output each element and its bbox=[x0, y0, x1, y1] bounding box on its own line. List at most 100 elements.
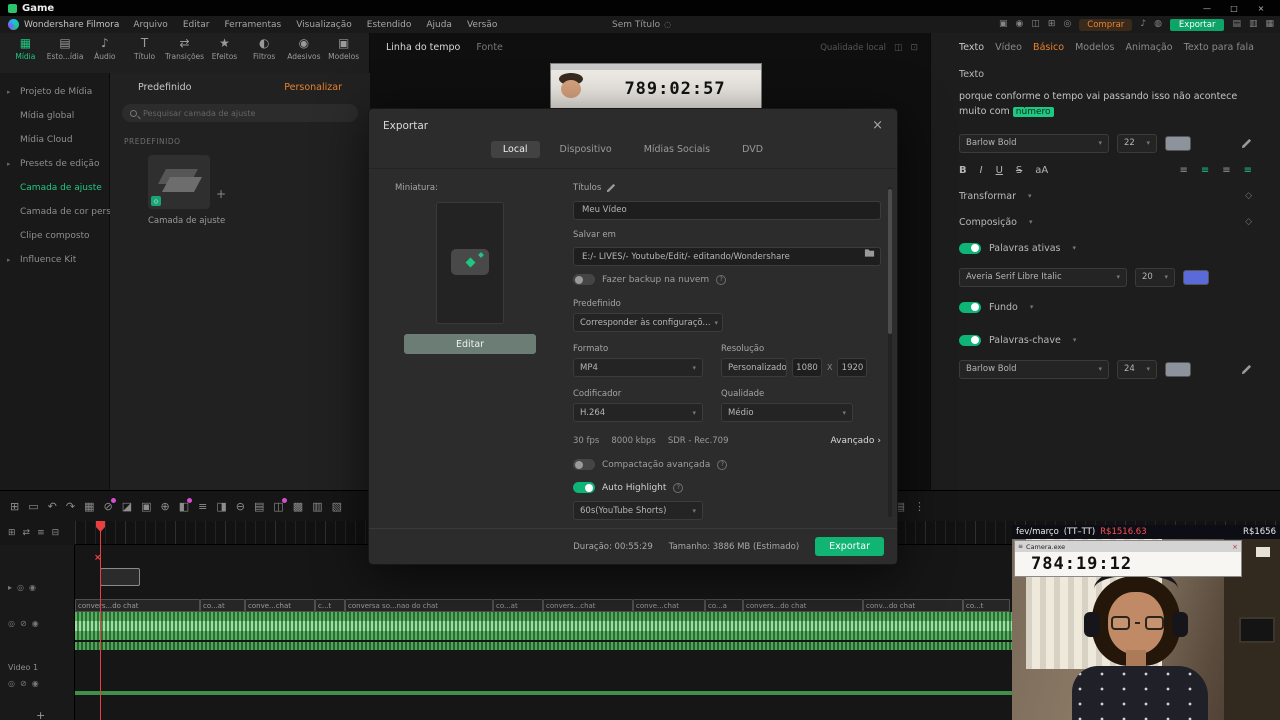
tab-basico[interactable]: Básico bbox=[1033, 42, 1064, 53]
account-icon[interactable]: ◍ bbox=[1154, 20, 1162, 29]
tab-midia[interactable]: ▦ Mídia bbox=[6, 37, 45, 73]
advanced-link[interactable]: Avançado › bbox=[831, 436, 881, 446]
bell-icon[interactable]: ◎ bbox=[1063, 20, 1071, 29]
sidebar-item-presets-de-edicao[interactable]: ▸ Presets de edição bbox=[0, 152, 109, 176]
render-icon[interactable]: ▧ bbox=[332, 501, 342, 512]
subtitle-clip[interactable]: convers...chat bbox=[543, 599, 633, 612]
save-path-input[interactable] bbox=[573, 247, 881, 266]
resolution-select[interactable]: Personalizado▾ bbox=[721, 358, 787, 377]
playback-quality[interactable]: Qualidade local bbox=[820, 43, 886, 53]
active-words-size-select[interactable]: 20 ▾ bbox=[1135, 267, 1175, 287]
menu-ferramentas[interactable]: Ferramentas bbox=[224, 20, 281, 30]
close-button[interactable]: × bbox=[1250, 4, 1272, 13]
info-icon[interactable]: ? bbox=[716, 274, 727, 285]
italic-button[interactable]: I bbox=[980, 165, 983, 176]
eye-icon[interactable]: ◉ bbox=[32, 619, 39, 628]
mixer-icon[interactable]: ▩ bbox=[293, 501, 303, 512]
undo-icon[interactable]: ↶ bbox=[48, 501, 57, 512]
tab-fonte[interactable]: Fonte bbox=[476, 42, 503, 53]
quality-select[interactable]: Médio ▾ bbox=[721, 403, 853, 422]
buy-button[interactable]: Comprar bbox=[1079, 18, 1133, 31]
edit-thumbnail-button[interactable]: Editar bbox=[404, 334, 536, 354]
search-input[interactable] bbox=[143, 108, 350, 118]
tab-audio[interactable]: ♪ Áudio bbox=[85, 37, 124, 73]
align-right-icon[interactable]: ≡ bbox=[1222, 165, 1230, 176]
sidebar-item-camada-de-ajuste[interactable]: Camada de ajuste bbox=[0, 176, 109, 200]
voice-icon[interactable]: ⊖ bbox=[236, 501, 245, 512]
active-words-color-swatch[interactable] bbox=[1183, 269, 1209, 285]
subtitle-clip[interactable]: co...a bbox=[705, 599, 743, 612]
expand-track-icon[interactable]: ▸ bbox=[8, 583, 12, 592]
snap-icon[interactable]: ▥ bbox=[312, 501, 322, 512]
tab-texto[interactable]: Texto bbox=[959, 42, 984, 53]
maximize-button[interactable]: □ bbox=[1223, 4, 1245, 13]
redo-icon[interactable]: ↷ bbox=[66, 501, 75, 512]
active-words-toggle[interactable] bbox=[959, 242, 981, 254]
sidebar-item-midia-global[interactable]: Mídia global bbox=[0, 104, 109, 128]
align-center-icon[interactable]: ≡ bbox=[1201, 165, 1209, 176]
search-box[interactable] bbox=[122, 104, 358, 122]
keyframe-diamond-icon[interactable]: ◇ bbox=[1245, 191, 1252, 201]
track-manager-icon[interactable]: ⊞ bbox=[10, 501, 19, 512]
format-select[interactable]: MP4 ▾ bbox=[573, 358, 703, 377]
swap-icon[interactable]: ⇄ bbox=[23, 528, 31, 538]
layout-icon[interactable]: ▤ bbox=[1232, 20, 1241, 29]
subtitle-clip[interactable]: conversa so...nao do chat bbox=[345, 599, 493, 612]
ai-audio-icon[interactable]: ◫ bbox=[273, 497, 288, 512]
subtitle-clip[interactable]: co...at bbox=[200, 599, 245, 612]
close-icon[interactable]: × bbox=[1232, 543, 1238, 551]
caption-text[interactable]: porque conforme o tempo vai passando iss… bbox=[959, 90, 1252, 120]
preset-select[interactable]: Corresponder às configuraçõ... ▾ bbox=[573, 313, 723, 332]
eye-icon[interactable]: ◉ bbox=[32, 679, 39, 688]
keywords-toggle[interactable] bbox=[959, 334, 981, 346]
highlight-length-select[interactable]: 60s(YouTube Shorts) ▾ bbox=[573, 501, 703, 520]
resolution-height-input[interactable]: 1920 bbox=[837, 358, 868, 377]
lock-icon[interactable]: ◎ bbox=[8, 619, 15, 628]
keyframe-diamond-icon[interactable]: ◇ bbox=[1245, 217, 1252, 227]
pencil-icon[interactable] bbox=[606, 183, 616, 193]
snapshot-icon[interactable]: ◫ bbox=[1031, 20, 1040, 29]
cloud-backup-toggle[interactable] bbox=[573, 274, 595, 285]
info-icon[interactable]: ? bbox=[717, 459, 728, 470]
resolution-width-input[interactable]: 1080 bbox=[792, 358, 822, 377]
lock-icon[interactable]: ◎ bbox=[8, 679, 15, 688]
sidebar-item-projeto-de-midia[interactable]: ▸ Projeto de Mídia bbox=[0, 80, 109, 104]
tab-modelos[interactable]: ▣ Modelos bbox=[324, 37, 363, 73]
adjustment-layer-tile[interactable]: ◇ + bbox=[148, 155, 226, 209]
align-justify-icon[interactable]: ≡ bbox=[1244, 165, 1252, 176]
panel-layout-icon[interactable]: ▥ bbox=[1249, 20, 1258, 29]
workspace-icon[interactable]: ▦ bbox=[1265, 20, 1274, 29]
transform-section[interactable]: Transformar ▾ ◇ bbox=[959, 191, 1252, 202]
fullscreen-icon[interactable]: ⊡ bbox=[910, 43, 918, 53]
export-button[interactable]: Exportar bbox=[815, 537, 884, 556]
tab-midias-sociais[interactable]: Mídias Sociais bbox=[632, 141, 722, 158]
tab-animacao[interactable]: Animação bbox=[1126, 42, 1173, 53]
close-icon[interactable]: × bbox=[872, 118, 883, 133]
tab-texto-para-fala[interactable]: Texto para fala bbox=[1184, 42, 1254, 53]
mic-icon[interactable]: ♪ bbox=[1140, 20, 1146, 29]
font-family-select[interactable]: Barlow Bold ▾ bbox=[959, 133, 1109, 153]
record-audio-icon[interactable]: ▤ bbox=[254, 501, 264, 512]
pencil-icon[interactable] bbox=[1241, 364, 1252, 375]
tab-linha-do-tempo[interactable]: Linha do tempo bbox=[386, 42, 460, 53]
subtitle-clip[interactable]: conve...chat bbox=[633, 599, 705, 612]
compression-toggle[interactable] bbox=[573, 459, 595, 470]
subtitle-clip[interactable]: conve...chat bbox=[245, 599, 315, 612]
marker-icon[interactable]: ◨ bbox=[216, 501, 226, 512]
add-track-icon[interactable]: ⊞ bbox=[8, 528, 16, 538]
tab-stock-media[interactable]: ▤ Esto...ídia bbox=[46, 37, 85, 73]
video-title-input[interactable] bbox=[573, 200, 881, 220]
tab-dvd[interactable]: DVD bbox=[730, 141, 775, 158]
case-button[interactable]: aA bbox=[1035, 165, 1048, 176]
add-to-timeline-icon[interactable]: + bbox=[216, 187, 226, 201]
subtitle-clip[interactable]: co...at bbox=[493, 599, 543, 612]
keywords-size-select[interactable]: 24 ▾ bbox=[1117, 359, 1157, 379]
delete-icon[interactable]: ▦ bbox=[84, 501, 94, 512]
clip-delete-marker[interactable]: × bbox=[94, 553, 102, 563]
ai-mask-icon[interactable]: ◧ bbox=[179, 497, 193, 512]
auto-highlight-toggle[interactable] bbox=[573, 482, 595, 493]
info-icon[interactable]: ? bbox=[673, 482, 684, 493]
mute-icon[interactable]: ⊘ bbox=[20, 679, 27, 688]
subtitle-clip[interactable]: conv...do chat bbox=[863, 599, 963, 612]
list-icon[interactable]: ≡ bbox=[37, 528, 45, 538]
